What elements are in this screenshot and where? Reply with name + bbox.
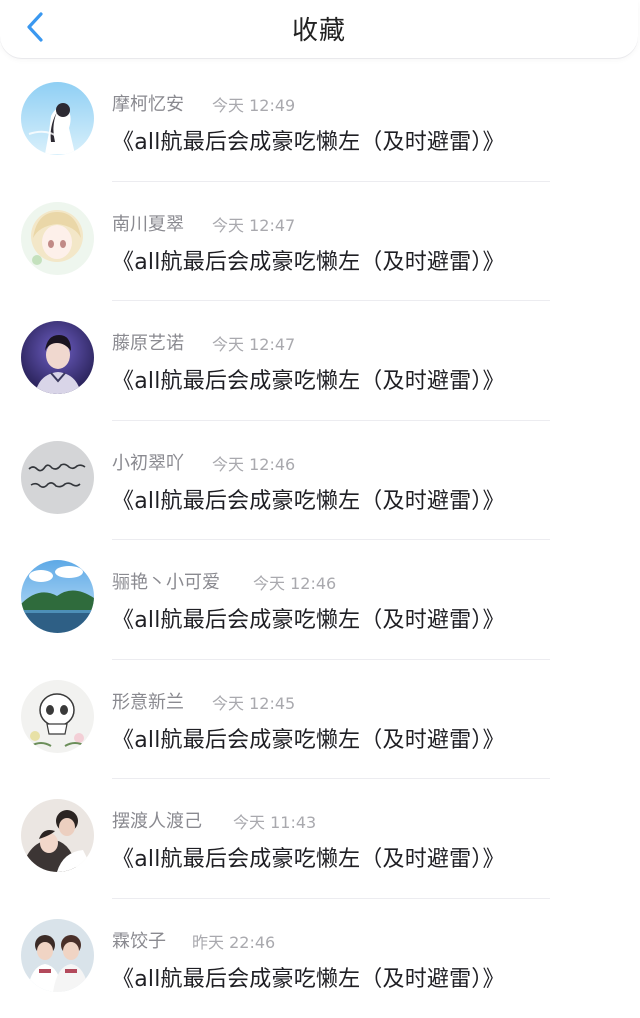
user-name[interactable]: 南川夏翠 <box>112 210 184 236</box>
entry-title[interactable]: 《all航最后会成豪吃懒左（及时避雷）》 <box>112 602 505 634</box>
timestamp: 今天 12:49 <box>212 92 295 116</box>
avatar[interactable] <box>21 441 94 514</box>
favorites-list: 摩柯忆安 今天 12:49 《all航最后会成豪吃懒左（及时避雷）》 南川夏翠 … <box>0 62 640 1018</box>
avatar[interactable] <box>21 919 94 992</box>
list-item[interactable]: 霖饺子 昨天 22:46 《all航最后会成豪吃懒左（及时避雷）》 <box>0 899 640 1018</box>
list-item[interactable]: 小初翠吖 今天 12:46 《all航最后会成豪吃懒左（及时避雷）》 <box>0 421 640 541</box>
avatar-two-boys-icon <box>21 919 94 992</box>
avatar-anime-girl-icon <box>21 202 94 275</box>
user-name[interactable]: 形意新兰 <box>112 688 184 714</box>
avatar-couple-icon <box>21 799 94 872</box>
timestamp: 今天 11:43 <box>233 809 316 833</box>
avatar[interactable] <box>21 560 94 633</box>
avatar[interactable] <box>21 680 94 753</box>
list-item[interactable]: 摩柯忆安 今天 12:49 《all航最后会成豪吃懒左（及时避雷）》 <box>0 62 640 182</box>
timestamp: 今天 12:47 <box>212 212 295 236</box>
user-name[interactable]: 摩柯忆安 <box>112 90 184 116</box>
avatar-landscape-icon <box>21 560 94 633</box>
list-item[interactable]: 南川夏翠 今天 12:47 《all航最后会成豪吃懒左（及时避雷）》 <box>0 182 640 302</box>
entry-title[interactable]: 《all航最后会成豪吃懒左（及时避雷）》 <box>112 961 505 993</box>
user-name[interactable]: 小初翠吖 <box>112 449 184 475</box>
list-item[interactable]: 形意新兰 今天 12:45 《all航最后会成豪吃懒左（及时避雷）》 <box>0 660 640 780</box>
top-bar: 收藏 <box>0 0 638 58</box>
entry-title[interactable]: 《all航最后会成豪吃懒左（及时避雷）》 <box>112 244 505 276</box>
timestamp: 今天 12:45 <box>212 690 295 714</box>
page-title: 收藏 <box>0 10 638 47</box>
avatar[interactable] <box>21 202 94 275</box>
entry-title[interactable]: 《all航最后会成豪吃懒左（及时避雷）》 <box>112 722 505 754</box>
avatar-boy-purple-icon <box>21 321 94 394</box>
avatar[interactable] <box>21 321 94 394</box>
list-item[interactable]: 摆渡人渡己 今天 11:43 《all航最后会成豪吃懒左（及时避雷）》 <box>0 779 640 899</box>
user-name[interactable]: 摆渡人渡己 <box>112 807 202 833</box>
avatar-girl-sky-icon <box>21 82 94 155</box>
entry-title[interactable]: 《all航最后会成豪吃懒左（及时避雷）》 <box>112 841 505 873</box>
user-name[interactable]: 霖饺子 <box>112 927 166 953</box>
user-name[interactable]: 骊艳丶小可爱 <box>112 568 220 594</box>
timestamp: 今天 12:47 <box>212 331 295 355</box>
entry-title[interactable]: 《all航最后会成豪吃懒左（及时避雷）》 <box>112 483 505 515</box>
avatar-skull-flowers-icon <box>21 680 94 753</box>
avatar[interactable] <box>21 82 94 155</box>
timestamp: 今天 12:46 <box>253 570 336 594</box>
timestamp: 今天 12:46 <box>212 451 295 475</box>
avatar-handwriting-icon <box>21 441 94 514</box>
entry-title[interactable]: 《all航最后会成豪吃懒左（及时避雷）》 <box>112 124 505 156</box>
entry-title[interactable]: 《all航最后会成豪吃懒左（及时避雷）》 <box>112 363 505 395</box>
timestamp: 昨天 22:46 <box>192 929 275 953</box>
avatar[interactable] <box>21 799 94 872</box>
user-name[interactable]: 藤原艺诺 <box>112 329 184 355</box>
list-item[interactable]: 藤原艺诺 今天 12:47 《all航最后会成豪吃懒左（及时避雷）》 <box>0 301 640 421</box>
list-item[interactable]: 骊艳丶小可爱 今天 12:46 《all航最后会成豪吃懒左（及时避雷）》 <box>0 540 640 660</box>
